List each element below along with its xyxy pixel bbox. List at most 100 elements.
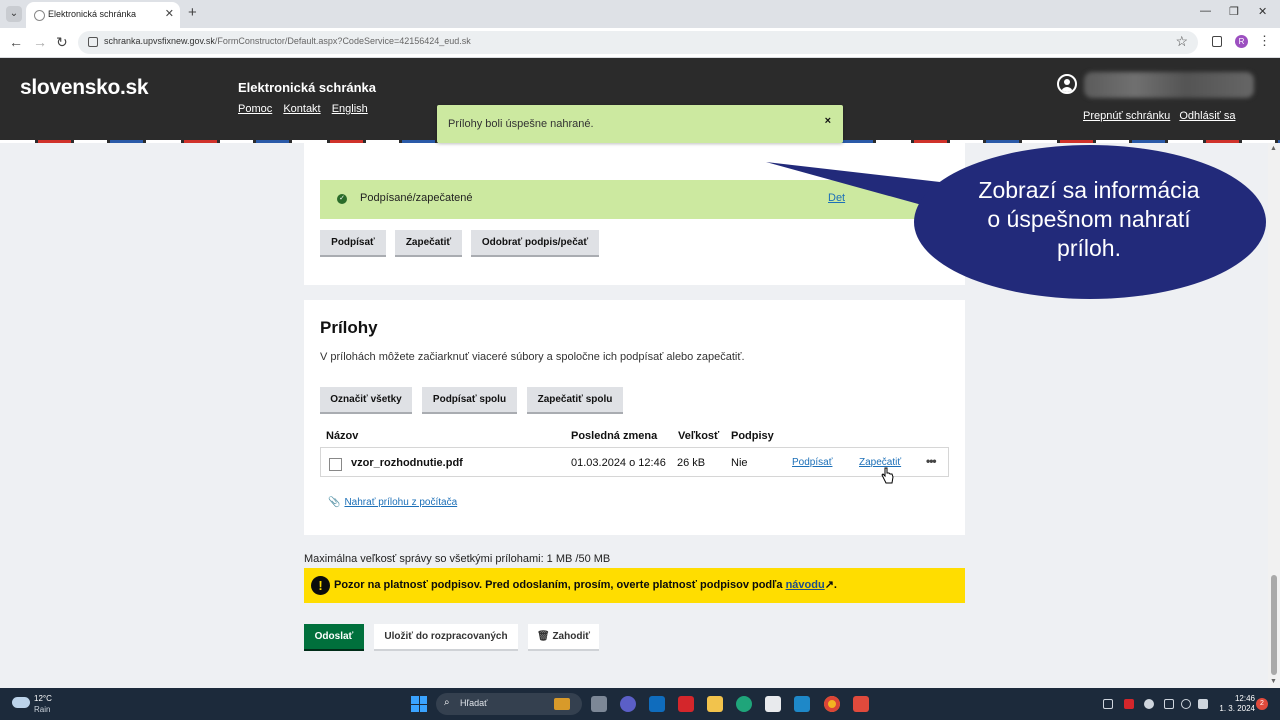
sign-together-button[interactable]: Podpísať spolu: [422, 387, 517, 414]
browser-tab-bar: ⌄ Elektronická schránka ✕ + — ❐ ✕: [0, 0, 1280, 28]
microphone-icon[interactable]: [1144, 699, 1154, 709]
battery-icon[interactable]: [1198, 699, 1208, 709]
guide-link[interactable]: návodu: [786, 579, 825, 591]
column-signatures: Podpisy: [731, 430, 774, 442]
tab-list-icon[interactable]: ⌄: [6, 6, 22, 22]
snipping-tool-icon[interactable]: [853, 696, 869, 712]
external-link-icon: ↗: [824, 579, 834, 591]
teams-icon[interactable]: [620, 696, 636, 712]
send-button[interactable]: Odoslať: [304, 624, 364, 651]
user-icon: [1057, 74, 1077, 94]
clock-time[interactable]: 12:46: [1231, 693, 1255, 704]
file-name[interactable]: vzor_rozhodnutie.pdf: [351, 457, 463, 469]
header-links: Pomoc Kontakt English: [238, 103, 376, 115]
row-checkbox[interactable]: [329, 458, 342, 471]
clock-date[interactable]: 1. 3. 2024: [1218, 704, 1255, 713]
taskbar: 12°C Rain ⌕ Hľadať 12:46 1. 3. 2024 2: [0, 688, 1280, 720]
warning-text: Pozor na platnosť podpisov. Pred odoslan…: [334, 578, 837, 591]
callout-line-3: príloh.: [1057, 235, 1121, 261]
tab-close-icon[interactable]: ✕: [165, 7, 174, 20]
address-bar[interactable]: schranka.upvsfixnew.gov.sk/FormConstruct…: [78, 31, 1198, 54]
english-link[interactable]: English: [332, 103, 368, 115]
warning-banner: ! Pozor na platnosť podpisov. Pred odosl…: [304, 568, 965, 603]
warning-icon: !: [311, 576, 330, 595]
toast-close-icon[interactable]: ×: [825, 115, 831, 127]
site-logo[interactable]: slovensko.sk: [20, 76, 149, 100]
logout-link[interactable]: Odhlásiť sa: [1179, 110, 1235, 122]
edge-icon[interactable]: [736, 696, 752, 712]
tray-chevron-icon[interactable]: [1103, 699, 1113, 709]
new-tab-button[interactable]: +: [188, 5, 197, 21]
table-row: vzor_rozhodnutie.pdf 01.03.2024 o 12:46 …: [320, 447, 949, 477]
window-close-button[interactable]: ✕: [1258, 5, 1267, 18]
site-info-icon[interactable]: [88, 37, 98, 47]
back-button[interactable]: ←: [9, 34, 23, 50]
search-highlight-icon: [554, 698, 570, 710]
column-name: Názov: [326, 430, 359, 442]
rain-cloud-icon[interactable]: [12, 697, 30, 708]
taskbar-search[interactable]: ⌕ Hľadať: [436, 693, 582, 715]
file-explorer-icon[interactable]: [707, 696, 723, 712]
account-links: Prepnúť schránku Odhlásiť sa: [1083, 110, 1241, 122]
sign-button[interactable]: Podpísať: [320, 230, 386, 257]
profile-avatar[interactable]: R: [1235, 35, 1248, 48]
url-text: schranka.upvsfixnew.gov.sk/FormConstruct…: [104, 36, 471, 46]
tray-acrobat-icon[interactable]: [1124, 699, 1134, 709]
weather-temp: 12°C: [34, 694, 52, 703]
attachments-title: Prílohy: [320, 318, 378, 337]
search-placeholder: Hľadať: [460, 698, 488, 708]
signed-status-text: Podpísané/zapečatené: [360, 192, 473, 204]
upload-link-text: Nahrať prílohu z počítača: [344, 497, 458, 508]
save-draft-button[interactable]: Uložiť do rozpracovaných: [374, 624, 518, 651]
attachments-description: V prílohách môžete začiarknuť viaceré sú…: [320, 351, 745, 363]
seal-button[interactable]: Zapečatiť: [395, 230, 462, 257]
toast-message: Prílohy boli úspešne nahrané.: [448, 118, 594, 130]
weather-desc: Rain: [34, 705, 51, 714]
trash-icon: 🗑: [536, 631, 550, 642]
discard-button[interactable]: 🗑 Zahodiť: [528, 624, 599, 651]
display-icon[interactable]: [1164, 699, 1174, 709]
warning-message: Pozor na platnosť podpisov. Pred odoslan…: [334, 579, 783, 591]
help-link[interactable]: Pomoc: [238, 103, 272, 115]
discard-label: Zahodiť: [552, 631, 591, 642]
app-icon[interactable]: [794, 696, 810, 712]
tab-title: Elektronická schránka: [48, 9, 137, 19]
contact-link[interactable]: Kontakt: [283, 103, 320, 115]
scroll-down-icon[interactable]: ▼: [1270, 678, 1277, 685]
browser-tab[interactable]: Elektronická schránka ✕: [26, 2, 180, 28]
outlook-icon[interactable]: [649, 696, 665, 712]
restore-button[interactable]: ❐: [1229, 5, 1239, 18]
hand-cursor-icon: [881, 467, 894, 484]
remove-signature-button[interactable]: Odobrať podpis/pečať: [471, 230, 599, 257]
seal-together-button[interactable]: Zapečatiť spolu: [527, 387, 623, 414]
task-view-icon[interactable]: [591, 696, 607, 712]
callout-line-1: Zobrazí sa informácia: [978, 177, 1200, 203]
file-signatures: Nie: [731, 457, 748, 469]
callout-line-2: o úspešnom nahratí: [987, 206, 1191, 232]
browser-toolbar: ← → ↻ schranka.upvsfixnew.gov.sk/FormCon…: [0, 28, 1280, 58]
chrome-icon[interactable]: [824, 696, 840, 712]
paperclip-icon: 📎: [328, 497, 341, 508]
column-size: Veľkosť: [678, 430, 720, 442]
tab-favicon-icon: [34, 10, 45, 21]
bookmark-star-icon[interactable]: ☆: [1175, 33, 1188, 50]
check-icon: ✓: [337, 194, 347, 204]
row-sign-link[interactable]: Podpísať: [792, 457, 832, 468]
upload-attachment-link[interactable]: 📎 Nahrať prílohu z počítača: [328, 497, 457, 508]
select-all-button[interactable]: Označiť všetky: [320, 387, 412, 414]
volume-icon[interactable]: [1181, 699, 1191, 709]
more-options-icon[interactable]: •••: [926, 454, 937, 468]
side-panel-icon[interactable]: [1212, 36, 1222, 47]
browser-menu-icon[interactable]: ⋮: [1258, 33, 1271, 49]
start-windows-icon[interactable]: [411, 696, 427, 712]
switch-box-link[interactable]: Prepnúť schránku: [1083, 110, 1170, 122]
url-host: schranka.upvsfixnew.gov.sk: [104, 36, 215, 46]
acrobat-icon[interactable]: [678, 696, 694, 712]
scroll-thumb[interactable]: [1271, 575, 1277, 675]
notification-badge[interactable]: 2: [1256, 698, 1268, 710]
minimize-button[interactable]: —: [1200, 5, 1211, 17]
url-path: /FormConstructor/Default.aspx?CodeServic…: [214, 36, 471, 46]
store-icon[interactable]: [765, 696, 781, 712]
reload-button[interactable]: ↻: [56, 34, 68, 50]
forward-button[interactable]: →: [33, 34, 47, 50]
